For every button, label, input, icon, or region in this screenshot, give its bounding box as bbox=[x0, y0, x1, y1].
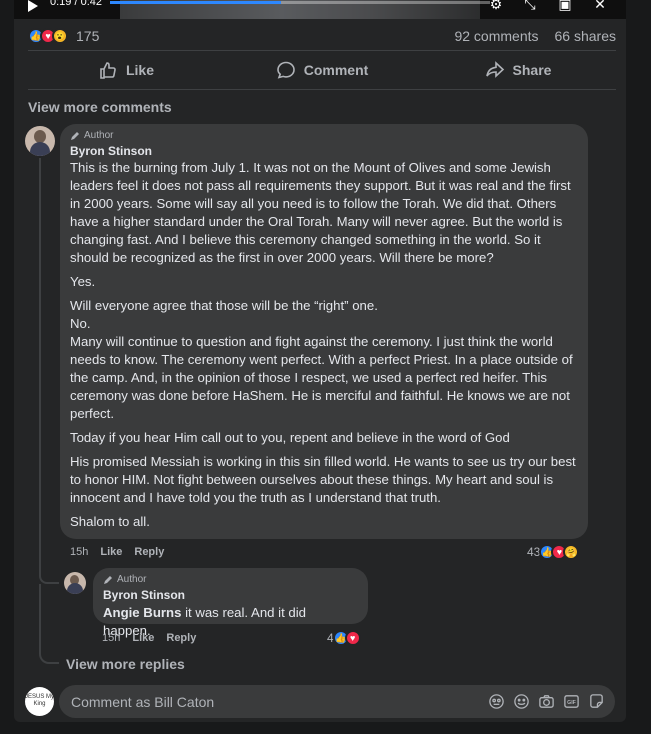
post-stats: 👍 ♥ 😮 175 92 comments 66 shares bbox=[28, 24, 616, 48]
comment-text: This is the burning from July 1. It was … bbox=[70, 159, 576, 531]
comment-composer[interactable]: Comment as Bill Caton GIF bbox=[59, 685, 615, 718]
reaction-count[interactable]: 175 bbox=[76, 28, 99, 44]
like-label: Like bbox=[125, 62, 154, 78]
divider bbox=[28, 50, 616, 51]
emoji-icon[interactable] bbox=[513, 693, 530, 710]
view-more-replies-link[interactable]: View more replies bbox=[66, 656, 185, 672]
view-more-comments-link[interactable]: View more comments bbox=[28, 99, 172, 115]
reply-like-button[interactable]: Like bbox=[132, 632, 154, 644]
comment-bubble-icon bbox=[276, 61, 295, 79]
comment-button[interactable]: Comment bbox=[224, 54, 420, 86]
post-panel: 0:19 / 0:42 ⚙ ⤡ ▣ ✕ 👍 ♥ 😮 175 92 comment… bbox=[14, 0, 626, 722]
my-avatar[interactable]: JESUS My King bbox=[25, 687, 54, 716]
reply-bubble: Author Byron Stinson Angie Burns it was … bbox=[93, 568, 368, 638]
author-badge: Author bbox=[70, 130, 576, 141]
pencil-icon bbox=[71, 131, 79, 140]
thread-connector bbox=[39, 576, 59, 584]
commenter-avatar[interactable] bbox=[25, 126, 55, 156]
comment-paragraph: Shalom to all. bbox=[70, 514, 150, 529]
comment-time[interactable]: 15h bbox=[70, 546, 88, 558]
comments-count[interactable]: 92 comments bbox=[454, 28, 538, 44]
comment-paragraph: Yes. bbox=[70, 274, 96, 289]
camera-icon[interactable] bbox=[538, 693, 555, 710]
share-label: Share bbox=[512, 62, 552, 78]
reply-reactions[interactable]: 4 👍 ♥ bbox=[327, 630, 361, 646]
comment-like-button[interactable]: Like bbox=[100, 546, 122, 558]
video-player[interactable]: 0:19 / 0:42 ⚙ ⤡ ▣ ✕ bbox=[14, 0, 626, 19]
gif-icon[interactable]: GIF bbox=[563, 693, 580, 710]
comment-paragraph: His promised Messiah is working in this … bbox=[70, 454, 576, 505]
play-icon[interactable] bbox=[28, 0, 38, 12]
sticker-icon[interactable] bbox=[588, 693, 605, 710]
thumbs-up-icon bbox=[100, 62, 116, 79]
comment-paragraph: Will everyone agree that those will be t… bbox=[70, 298, 378, 313]
care-reaction-icon: 🤗 bbox=[563, 544, 580, 560]
reply-avatar[interactable] bbox=[64, 572, 86, 594]
pip-icon[interactable]: ▣ bbox=[557, 0, 573, 11]
thread-line bbox=[39, 158, 41, 576]
fullscreen-exit-icon[interactable]: ⤡ bbox=[522, 0, 538, 11]
comment-reaction-count: 43 bbox=[527, 545, 541, 559]
comment-paragraph: Many will continue to question and fight… bbox=[70, 334, 573, 421]
volume-muted-icon[interactable]: ✕ bbox=[592, 0, 608, 11]
video-time: 0:19 / 0:42 bbox=[50, 0, 102, 8]
reply-time[interactable]: 15h bbox=[102, 632, 120, 644]
reply-author-name[interactable]: Byron Stinson bbox=[103, 588, 356, 602]
mention-link[interactable]: Angie Burns bbox=[103, 605, 181, 620]
commenter-name[interactable]: Byron Stinson bbox=[70, 144, 576, 158]
reply-meta: 15h Like Reply bbox=[102, 632, 196, 644]
share-button[interactable]: Share bbox=[420, 54, 616, 86]
settings-icon[interactable]: ⚙ bbox=[488, 0, 504, 11]
comment-paragraph: This is the burning from July 1. It was … bbox=[70, 160, 571, 265]
share-arrow-icon bbox=[485, 61, 504, 78]
video-progress-fill bbox=[110, 1, 281, 4]
thread-connector bbox=[39, 584, 59, 664]
svg-text:GIF: GIF bbox=[567, 700, 576, 706]
comment-paragraph: No. bbox=[70, 316, 91, 331]
author-badge: Author bbox=[103, 574, 356, 585]
avatar-sticker-icon[interactable] bbox=[488, 693, 505, 710]
reply-reply-button[interactable]: Reply bbox=[166, 632, 196, 644]
love-reaction-icon: ♥ bbox=[344, 630, 361, 646]
divider bbox=[28, 89, 616, 90]
shares-count[interactable]: 66 shares bbox=[555, 28, 616, 44]
comment-bubble: Author Byron Stinson This is the burning… bbox=[60, 124, 588, 539]
post-reactions[interactable]: 👍 ♥ 😮 175 bbox=[28, 28, 99, 44]
comment-input[interactable]: Comment as Bill Caton bbox=[71, 694, 214, 710]
comment-reply-button[interactable]: Reply bbox=[134, 546, 164, 558]
pencil-icon bbox=[104, 575, 112, 584]
comment-meta: 15h Like Reply bbox=[70, 546, 164, 558]
comment-label: Comment bbox=[303, 62, 369, 78]
wow-reaction-icon: 😮 bbox=[52, 28, 68, 44]
comment-reactions[interactable]: 43 👍 ♥ 🤗 bbox=[527, 544, 580, 560]
video-progress[interactable] bbox=[110, 1, 490, 4]
comment-paragraph: Today if you hear Him call out to you, r… bbox=[70, 430, 510, 445]
post-actions: Like Comment Share bbox=[28, 54, 616, 86]
like-button[interactable]: Like bbox=[28, 54, 224, 86]
